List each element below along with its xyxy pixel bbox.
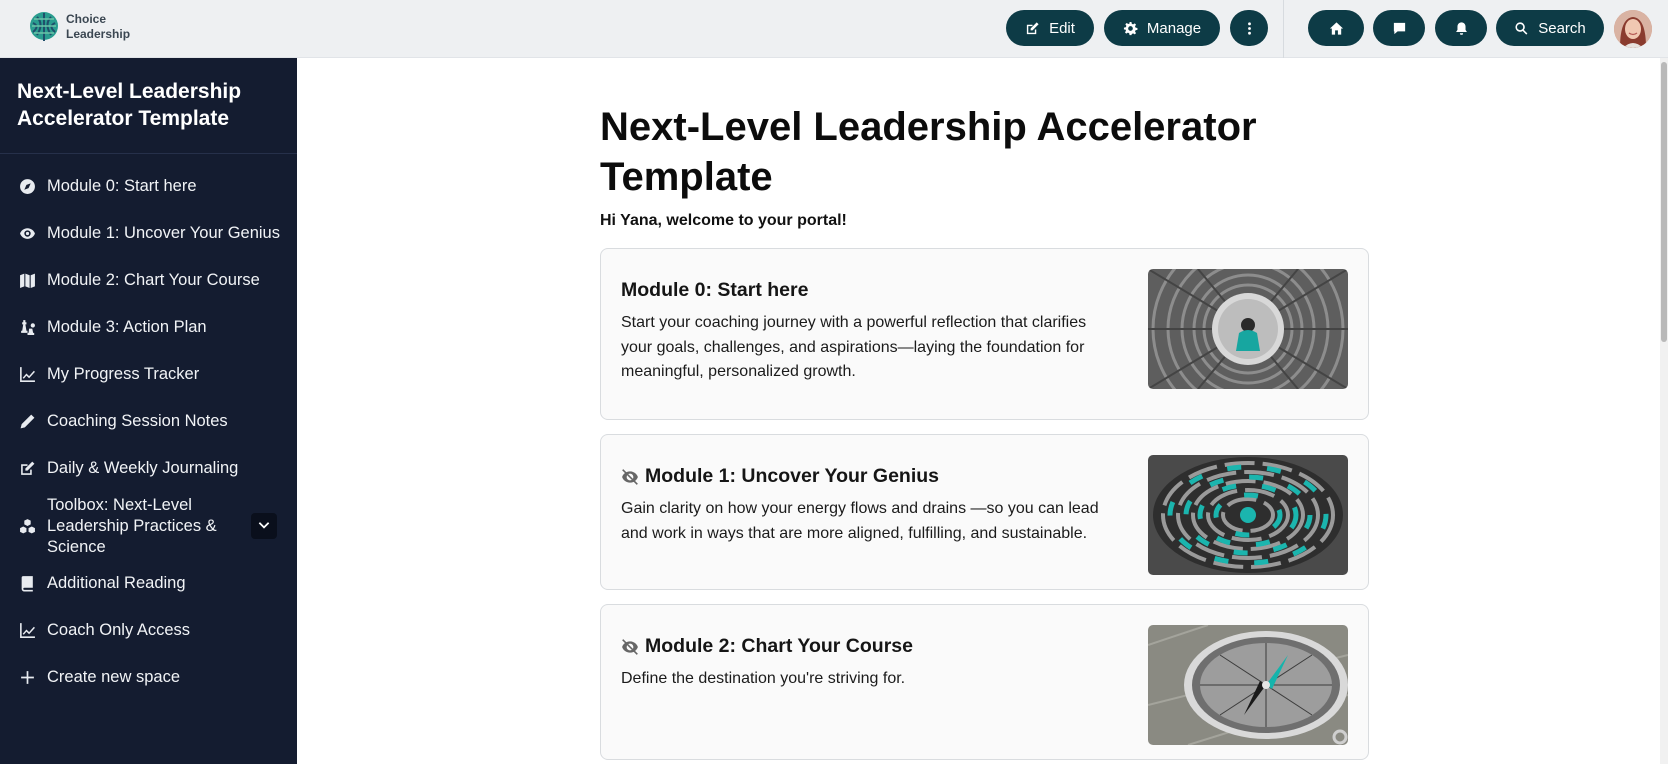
sidebar-item-additional-reading[interactable]: Additional Reading	[0, 560, 297, 607]
card-title: Module 1: Uncover Your Genius	[621, 465, 939, 488]
sidebar-item-label: Coaching Session Notes	[47, 412, 228, 430]
main-content: Next-Level Leadership Accelerator Templa…	[297, 58, 1668, 764]
eye-slash-icon	[622, 468, 638, 485]
page-title: Next-Level Leadership Accelerator Templa…	[600, 105, 1257, 199]
sidebar-item-label: Toolbox: Next-Level Leadership Practices…	[47, 495, 217, 556]
module-card-2[interactable]: Module 2: Chart Your Course Define the d…	[600, 604, 1369, 760]
map-icon	[19, 273, 35, 288]
bell-icon	[1455, 21, 1467, 35]
sidebar-item-label: Module 0: Start here	[47, 177, 197, 195]
sidebar-item-session-notes[interactable]: Coaching Session Notes	[0, 398, 297, 445]
welcome-message: Hi Yana, welcome to your portal!	[600, 212, 847, 229]
more-vertical-icon	[1247, 21, 1251, 35]
sidebar-item-module-1[interactable]: Module 1: Uncover Your Genius	[0, 210, 297, 257]
sidebar-item-toolbox[interactable]: Toolbox: Next-Level Leadership Practices…	[0, 492, 297, 560]
circular-maze-image	[1148, 455, 1348, 575]
module-card-1[interactable]: Module 1: Uncover Your Genius Gain clari…	[600, 434, 1369, 590]
home-icon	[1329, 21, 1343, 35]
sidebar-item-module-2[interactable]: Module 2: Chart Your Course	[0, 257, 297, 304]
cubes-icon	[19, 518, 35, 533]
sidebar-divider	[0, 153, 297, 154]
chess-icon	[20, 320, 35, 335]
avatar-photo	[1614, 10, 1652, 48]
sidebar-item-label: Module 2: Chart Your Course	[47, 271, 260, 289]
card-title-text: Module 2: Chart Your Course	[645, 635, 913, 657]
sidebar-item-coach-only-access[interactable]: Coach Only Access	[0, 607, 297, 654]
toolbar-divider	[1283, 0, 1284, 58]
search-icon	[1515, 21, 1528, 35]
chat-icon	[1393, 22, 1405, 34]
sidebar-item-progress-tracker[interactable]: My Progress Tracker	[0, 351, 297, 398]
spiral-staircase-image	[1148, 269, 1348, 389]
card-title-text: Module 1: Uncover Your Genius	[645, 465, 939, 487]
card-description: Start your coaching journey with a power…	[621, 314, 1087, 380]
edit-icon	[20, 461, 34, 475]
sidebar-item-label: Module 1: Uncover Your Genius	[47, 224, 280, 242]
brand-name-line2: Leadership	[66, 27, 131, 41]
manage-button[interactable]: Manage	[1104, 10, 1220, 46]
card-description: Gain clarity on how your energy flows an…	[621, 500, 1099, 542]
top-bar: Choice Leadership Edit Manage Search	[0, 0, 1668, 58]
sidebar-item-label: Coach Only Access	[47, 621, 191, 639]
book-icon	[21, 576, 33, 592]
space-title: Next-Level Leadership Accelerator Templa…	[17, 80, 242, 130]
eye-icon	[19, 228, 35, 239]
sidebar-item-module-0[interactable]: Module 0: Start here	[0, 163, 297, 210]
line-chart-icon	[19, 623, 35, 638]
edit-button-label: Edit	[1049, 19, 1075, 37]
plus-icon	[20, 671, 34, 684]
chat-button[interactable]	[1373, 10, 1425, 46]
search-button[interactable]: Search	[1496, 10, 1604, 46]
brand-logo[interactable]: Choice Leadership	[28, 10, 130, 44]
card-title: Module 2: Chart Your Course	[621, 635, 913, 658]
scrollbar-thumb[interactable]	[1661, 62, 1667, 342]
notifications-button[interactable]	[1435, 10, 1487, 46]
module-card-0[interactable]: Module 0: Start here Start your coaching…	[600, 248, 1369, 420]
card-description: Define the destination you're striving f…	[621, 670, 906, 687]
sidebar-item-journaling[interactable]: Daily & Weekly Journaling	[0, 445, 297, 492]
user-avatar[interactable]	[1614, 10, 1652, 48]
sidebar-item-module-3[interactable]: Module 3: Action Plan	[0, 304, 297, 351]
eye-slash-icon	[622, 638, 638, 655]
home-button[interactable]	[1308, 10, 1364, 46]
page-scrollbar[interactable]	[1660, 58, 1668, 764]
card-title: Module 0: Start here	[621, 279, 808, 302]
manage-button-label: Manage	[1146, 19, 1202, 37]
create-new-space-button[interactable]: Create new space	[0, 654, 297, 701]
brand-name-line1: Choice	[66, 12, 107, 26]
compass-image	[1148, 625, 1348, 745]
sidebar-item-label: Daily & Weekly Journaling	[47, 459, 239, 477]
card-title-text: Module 0: Start here	[621, 279, 809, 301]
tree-logo-icon	[30, 12, 58, 41]
sidebar-item-label: Additional Reading	[47, 574, 186, 592]
edit-button[interactable]: Edit	[1006, 10, 1094, 46]
compass-icon	[19, 179, 35, 194]
search-button-label: Search	[1538, 19, 1586, 37]
sidebar-item-label: Module 3: Action Plan	[47, 318, 207, 336]
toolbox-expand-button[interactable]	[251, 513, 277, 539]
sidebar-item-label: Create new space	[47, 668, 180, 686]
more-options-button[interactable]	[1230, 10, 1268, 46]
line-chart-icon	[19, 367, 35, 382]
gear-icon	[1123, 21, 1138, 35]
sidebar-item-label: My Progress Tracker	[47, 365, 200, 383]
pencil-icon	[20, 414, 34, 429]
sidebar-nav: Module 0: Start here Module 1: Uncover Y…	[0, 163, 297, 701]
chevron-down-icon	[258, 522, 270, 529]
sidebar: Next-Level Leadership Accelerator Templa…	[0, 58, 297, 764]
pencil-square-icon	[1026, 21, 1039, 34]
